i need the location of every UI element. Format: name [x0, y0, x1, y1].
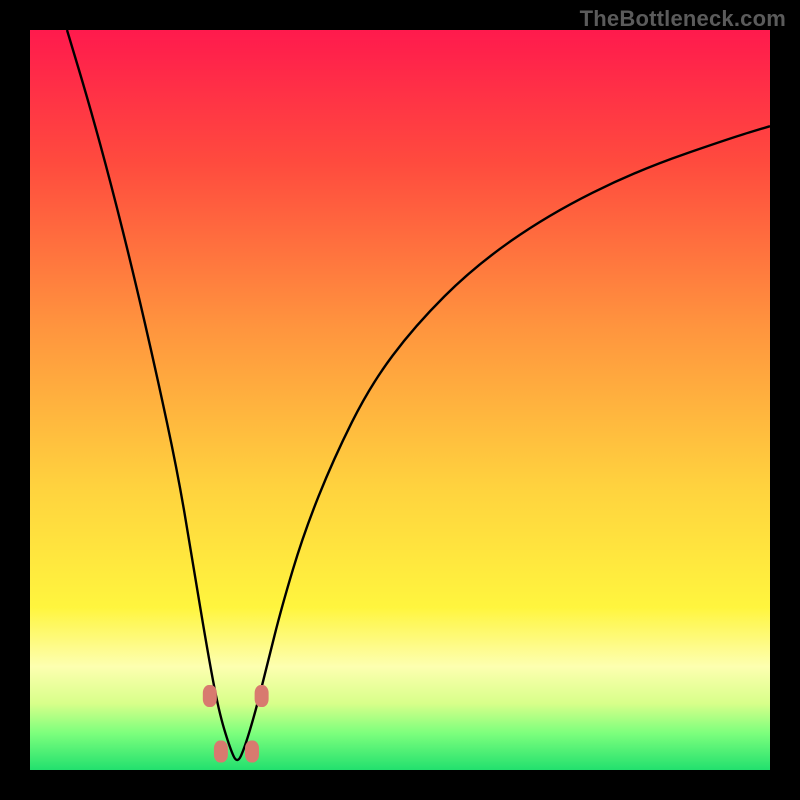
plot-area: [30, 30, 770, 770]
bottleneck-curve: [30, 30, 770, 770]
watermark: TheBottleneck.com: [580, 6, 786, 32]
curve-marker: [245, 741, 259, 763]
curve-marker: [255, 685, 269, 707]
curve-marker: [214, 741, 228, 763]
watermark-text: TheBottleneck.com: [580, 6, 786, 31]
chart-frame: TheBottleneck.com: [0, 0, 800, 800]
curve-marker: [203, 685, 217, 707]
